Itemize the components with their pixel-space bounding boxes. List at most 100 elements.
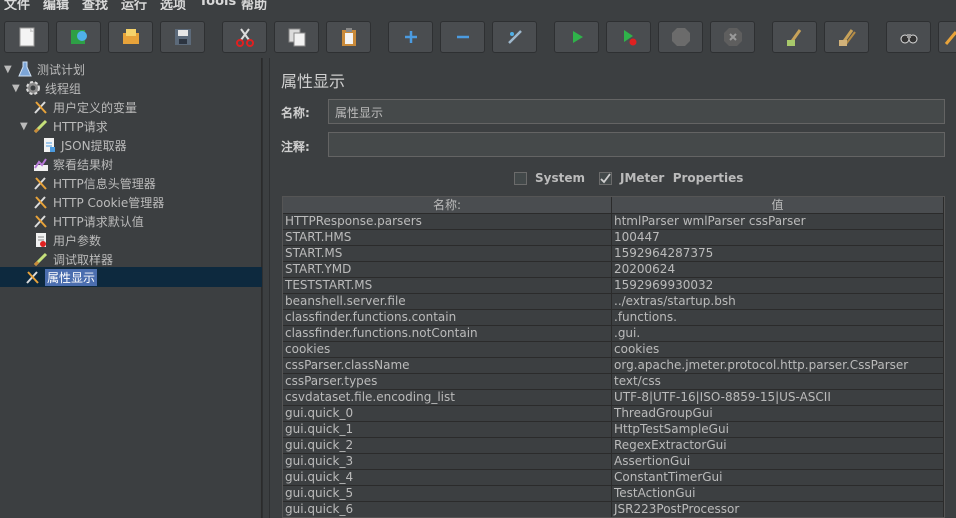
- property-name-cell[interactable]: gui.quick_3: [283, 454, 612, 470]
- save-button[interactable]: [160, 21, 205, 53]
- menu-options[interactable]: 选项: [160, 0, 186, 10]
- tree-node-http-request[interactable]: ▼ HTTP请求: [20, 117, 108, 135]
- templates-button[interactable]: [56, 21, 101, 53]
- table-row[interactable]: gui.quick_0 ThreadGroupGui: [283, 406, 944, 422]
- property-name-cell[interactable]: csvdataset.file.encoding_list: [283, 390, 612, 406]
- property-value-cell[interactable]: htmlParser wmlParser cssParser: [612, 214, 944, 230]
- cut-button[interactable]: [222, 21, 267, 53]
- property-value-cell[interactable]: ThreadGroupGui: [612, 406, 944, 422]
- property-value-cell[interactable]: UTF-8|UTF-16|ISO-8859-15|US-ASCII: [612, 390, 944, 406]
- property-name-cell[interactable]: gui.quick_6: [283, 502, 612, 517]
- tree-node-test-plan[interactable]: ▼ 测试计划: [4, 60, 85, 78]
- menu-search[interactable]: 查找: [82, 0, 108, 10]
- search-button[interactable]: [886, 21, 931, 53]
- tree-node-http-request-defaults[interactable]: HTTP请求默认值: [32, 212, 144, 230]
- expand-arrow-icon[interactable]: ▼: [4, 64, 16, 75]
- table-row[interactable]: HTTPResponse.parsers htmlParser wmlParser…: [283, 214, 944, 230]
- column-header-value[interactable]: 值: [612, 197, 944, 214]
- column-header-name[interactable]: 名称:: [283, 197, 612, 214]
- table-row[interactable]: gui.quick_2 RegexExtractorGui: [283, 438, 944, 454]
- tree-node-json-extractor[interactable]: JSON提取器: [40, 136, 127, 154]
- split-pane-divider[interactable]: [262, 58, 270, 518]
- table-row[interactable]: START.HMS 100447: [283, 230, 944, 246]
- property-name-cell[interactable]: gui.quick_1: [283, 422, 612, 438]
- property-value-cell[interactable]: HttpTestSampleGui: [612, 422, 944, 438]
- table-row[interactable]: cookies cookies: [283, 342, 944, 358]
- property-name-cell[interactable]: gui.quick_5: [283, 486, 612, 502]
- property-name-cell[interactable]: gui.quick_0: [283, 406, 612, 422]
- system-checkbox[interactable]: [514, 171, 527, 185]
- tree-node-thread-group[interactable]: ▼ 线程组: [12, 79, 81, 97]
- shutdown-button[interactable]: [710, 21, 755, 53]
- expand-arrow-icon[interactable]: ▼: [20, 121, 32, 132]
- property-value-cell[interactable]: ConstantTimerGui: [612, 470, 944, 486]
- table-row[interactable]: gui.quick_4 ConstantTimerGui: [283, 470, 944, 486]
- table-row[interactable]: gui.quick_1 HttpTestSampleGui: [283, 422, 944, 438]
- table-row[interactable]: beanshell.server.file ../extras/startup.b…: [283, 294, 944, 310]
- property-name-cell[interactable]: START.HMS: [283, 230, 612, 246]
- menu-help[interactable]: 帮助: [241, 0, 267, 10]
- property-name-cell[interactable]: START.MS: [283, 246, 612, 262]
- property-name-cell[interactable]: classfinder.functions.notContain: [283, 326, 612, 342]
- table-row[interactable]: csvdataset.file.encoding_list UTF-8|UTF-1…: [283, 390, 944, 406]
- tree-node-debug-sampler[interactable]: 调试取样器: [32, 250, 113, 268]
- table-row[interactable]: classfinder.functions.contain .functions.: [283, 310, 944, 326]
- table-row[interactable]: cssParser.className org.apache.jmeter.pro…: [283, 358, 944, 374]
- property-name-cell[interactable]: cssParser.className: [283, 358, 612, 374]
- property-name-cell[interactable]: HTTPResponse.parsers: [283, 214, 612, 230]
- property-value-cell[interactable]: .functions.: [612, 310, 944, 326]
- menu-file[interactable]: 文件: [4, 0, 30, 10]
- new-button[interactable]: [4, 21, 49, 53]
- property-value-cell[interactable]: 1592964287375: [612, 246, 944, 262]
- tree-node-http-cookie-manager[interactable]: HTTP Cookie管理器: [32, 193, 164, 211]
- start-button[interactable]: [554, 21, 599, 53]
- reset-search-button[interactable]: [938, 21, 956, 53]
- table-row[interactable]: START.YMD 20200624: [283, 262, 944, 278]
- paste-button[interactable]: [326, 21, 371, 53]
- tree-node-view-results-tree[interactable]: 察看结果树: [32, 155, 113, 173]
- menu-edit[interactable]: 编辑: [43, 0, 69, 10]
- table-row[interactable]: START.MS 1592964287375: [283, 246, 944, 262]
- property-value-cell[interactable]: text/css: [612, 374, 944, 390]
- tree-node-http-header-manager[interactable]: HTTP信息头管理器: [32, 174, 156, 192]
- clear-button[interactable]: [772, 21, 817, 53]
- property-name-cell[interactable]: cookies: [283, 342, 612, 358]
- table-row[interactable]: classfinder.functions.notContain .gui.: [283, 326, 944, 342]
- property-name-cell[interactable]: START.YMD: [283, 262, 612, 278]
- property-value-cell[interactable]: 1592969930032: [612, 278, 944, 294]
- property-value-cell[interactable]: org.apache.jmeter.protocol.http.parser.C…: [612, 358, 944, 374]
- open-button[interactable]: [108, 21, 153, 53]
- table-row[interactable]: cssParser.types text/css: [283, 374, 944, 390]
- expand-button[interactable]: [388, 21, 433, 53]
- menu-tools[interactable]: Tools: [199, 0, 236, 9]
- table-row[interactable]: TESTSTART.MS 1592969930032: [283, 278, 944, 294]
- table-row[interactable]: gui.quick_6 JSR223PostProcessor: [283, 502, 944, 517]
- property-value-cell[interactable]: RegexExtractorGui: [612, 438, 944, 454]
- property-value-cell[interactable]: ../extras/startup.bsh: [612, 294, 944, 310]
- start-no-pause-button[interactable]: [606, 21, 651, 53]
- property-value-cell[interactable]: JSR223PostProcessor: [612, 502, 944, 517]
- tree-node-property-display[interactable]: 属性显示: [24, 268, 98, 286]
- toggle-button[interactable]: [492, 21, 537, 53]
- table-row[interactable]: gui.quick_3 AssertionGui: [283, 454, 944, 470]
- property-value-cell[interactable]: AssertionGui: [612, 454, 944, 470]
- property-value-cell[interactable]: .gui.: [612, 326, 944, 342]
- property-value-cell[interactable]: cookies: [612, 342, 944, 358]
- property-value-cell[interactable]: 100447: [612, 230, 944, 246]
- property-value-cell[interactable]: TestActionGui: [612, 486, 944, 502]
- expand-arrow-icon[interactable]: ▼: [12, 83, 24, 94]
- property-name-cell[interactable]: gui.quick_2: [283, 438, 612, 454]
- collapse-button[interactable]: [440, 21, 485, 53]
- menu-run[interactable]: 运行: [121, 0, 147, 10]
- property-value-cell[interactable]: 20200624: [612, 262, 944, 278]
- property-name-cell[interactable]: gui.quick_4: [283, 470, 612, 486]
- property-name-cell[interactable]: beanshell.server.file: [283, 294, 612, 310]
- jmeter-properties-checkbox[interactable]: [599, 171, 612, 185]
- table-row[interactable]: gui.quick_5 TestActionGui: [283, 486, 944, 502]
- property-name-cell[interactable]: cssParser.types: [283, 374, 612, 390]
- comment-field[interactable]: [328, 132, 945, 157]
- clear-all-button[interactable]: [824, 21, 869, 53]
- tree-node-user-defined-variables[interactable]: 用户定义的变量: [32, 98, 137, 116]
- property-name-cell[interactable]: classfinder.functions.contain: [283, 310, 612, 326]
- stop-button[interactable]: [658, 21, 703, 53]
